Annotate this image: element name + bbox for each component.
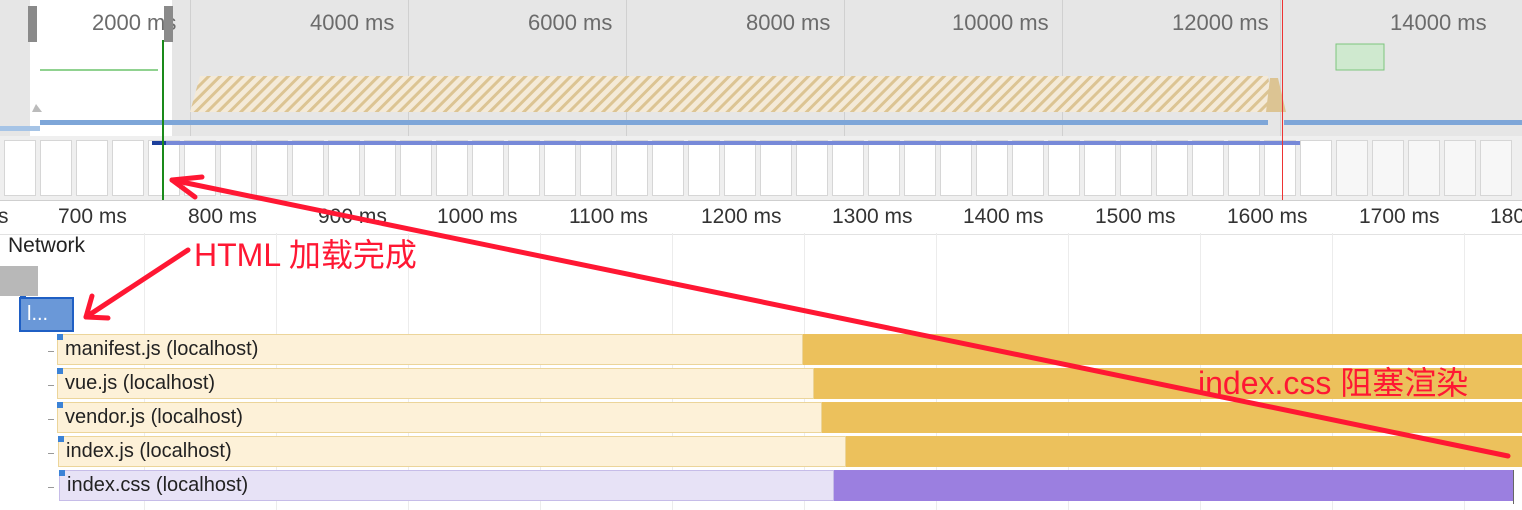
css-blocking-arrow-line xyxy=(169,177,1511,459)
html-loaded-arrow-line xyxy=(83,247,191,320)
css-blocking-annotation: index.css 阻塞渲染 xyxy=(1198,365,1469,401)
html-loaded-annotation: HTML 加载完成 xyxy=(194,237,417,273)
